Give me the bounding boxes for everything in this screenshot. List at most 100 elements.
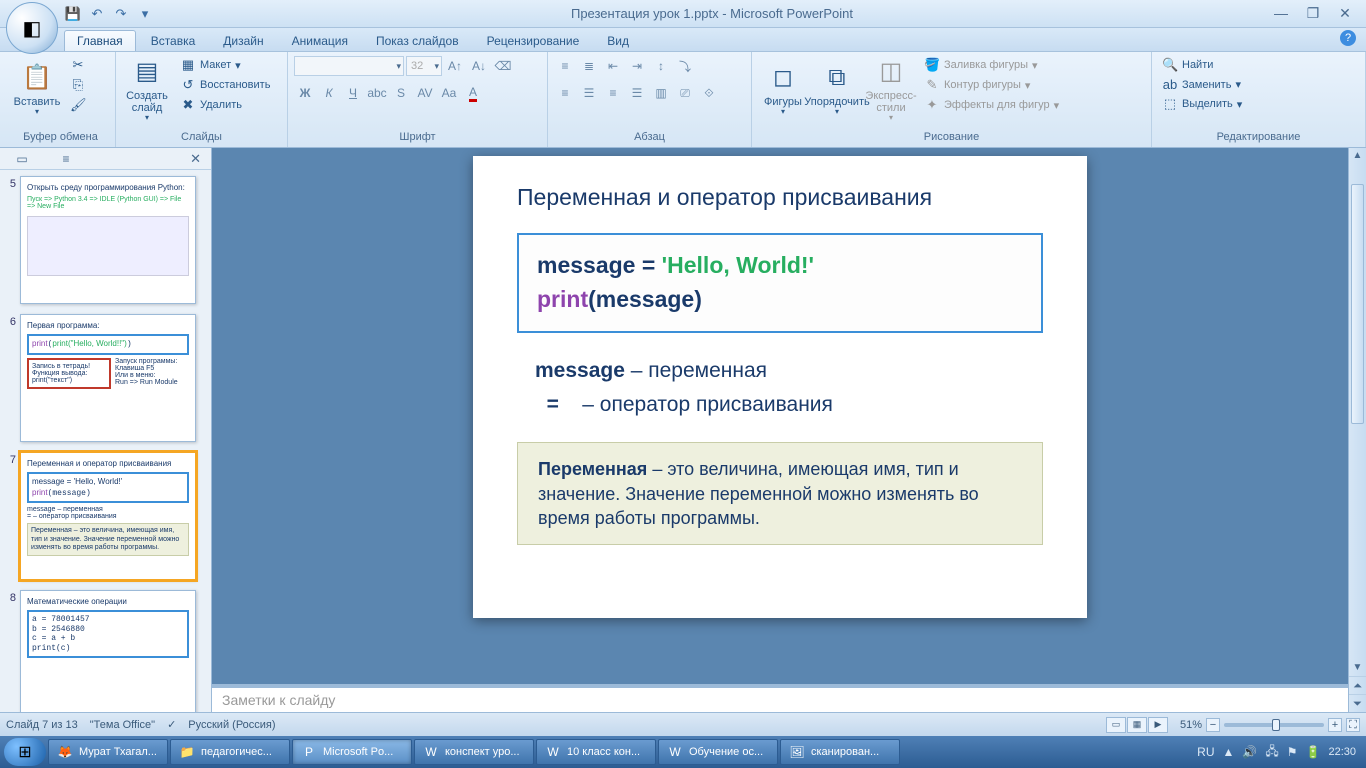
shape-outline-button[interactable]: ✎Контур фигуры ▾ [920, 76, 1063, 94]
reset-button[interactable]: ↺Восстановить [176, 76, 274, 94]
tab-design[interactable]: Дизайн [210, 30, 276, 51]
tab-insert[interactable]: Вставка [138, 30, 209, 51]
flag-icon[interactable]: ⚑ [1287, 745, 1298, 759]
thumbnails-tab-slides[interactable]: ▭ [10, 151, 34, 167]
cut-button[interactable]: ✂ [66, 56, 90, 74]
next-slide-button[interactable]: ⏷ [1349, 694, 1366, 712]
strike-button[interactable]: S [390, 83, 412, 103]
copy-button[interactable]: ⎘ [66, 76, 90, 94]
layout-button[interactable]: ▦Макет ▾ [176, 56, 274, 74]
increase-indent-button[interactable]: ⇥ [626, 56, 648, 76]
clear-format-button[interactable]: ⌫ [492, 56, 514, 76]
paste-button[interactable]: 📋 Вставить ▾ [12, 56, 62, 126]
delete-slide-button[interactable]: ✖Удалить [176, 96, 274, 114]
slideshow-view-button[interactable]: ▶ [1148, 717, 1168, 733]
underline-button[interactable]: Ч [342, 83, 364, 103]
tab-view[interactable]: Вид [594, 30, 642, 51]
slide-editor[interactable]: Переменная и оператор присваивания messa… [212, 148, 1348, 684]
redo-icon[interactable]: ↷ [112, 5, 130, 23]
scroll-thumb[interactable] [1351, 184, 1364, 424]
start-button[interactable]: ⊞ [4, 738, 46, 766]
line-spacing-button[interactable]: ↕ [650, 56, 672, 76]
italic-button[interactable]: К [318, 83, 340, 103]
taskbar-item[interactable]: W10 класс кон... [536, 739, 656, 765]
save-icon[interactable]: 💾 [64, 5, 82, 23]
taskbar-item[interactable]: PMicrosoft Po... [292, 739, 412, 765]
justify-button[interactable]: ☰ [626, 83, 648, 103]
current-slide[interactable]: Переменная и оператор присваивания messa… [473, 156, 1087, 618]
find-button[interactable]: 🔍Найти [1158, 56, 1246, 74]
new-slide-button[interactable]: ▤ Создать слайд ▾ [122, 56, 172, 126]
normal-view-button[interactable]: ▭ [1106, 717, 1126, 733]
text-shadow-button[interactable]: abc [366, 83, 388, 103]
align-text-button[interactable]: ⎚ [674, 83, 696, 103]
bold-button[interactable]: Ж [294, 83, 316, 103]
tray-lang[interactable]: RU [1197, 745, 1214, 759]
taskbar-item[interactable]: 📁педагогичес... [170, 739, 290, 765]
shape-fill-button[interactable]: 🪣Заливка фигуры ▾ [920, 56, 1063, 74]
font-family-combo[interactable] [294, 56, 404, 76]
thumbnails-tab-outline[interactable]: ≡ [54, 151, 78, 167]
zoom-in-button[interactable]: + [1328, 718, 1342, 732]
prev-slide-button[interactable]: ⏶ [1349, 676, 1366, 694]
notes-pane[interactable]: Заметки к слайду [212, 684, 1348, 712]
tab-slideshow[interactable]: Показ слайдов [363, 30, 472, 51]
slide-thumbnail-8[interactable]: Математические операции a = 78001457 b =… [20, 590, 196, 712]
zoom-out-button[interactable]: − [1206, 718, 1220, 732]
text-direction-button[interactable]: ⤵ [674, 56, 696, 76]
taskbar-item[interactable]: WОбучение ос... [658, 739, 778, 765]
tab-animation[interactable]: Анимация [279, 30, 361, 51]
smartart-button[interactable]: ⟐ [698, 83, 720, 103]
taskbar-item[interactable]: 🖼сканирован... [780, 739, 900, 765]
network-icon[interactable]: 🖧 [1265, 742, 1278, 763]
slide-thumbnail-5[interactable]: Открыть среду программирования Python: П… [20, 176, 196, 304]
scroll-up-icon[interactable]: ▲ [1349, 148, 1366, 164]
align-left-button[interactable]: ≡ [554, 83, 576, 103]
clock[interactable]: 22:30 [1328, 746, 1356, 758]
taskbar-item[interactable]: Wконспект уро... [414, 739, 534, 765]
zoom-slider[interactable] [1224, 723, 1324, 727]
qat-dropdown-icon[interactable]: ▾ [136, 5, 154, 23]
fit-window-button[interactable]: ⛶ [1346, 718, 1360, 732]
tray-up-icon[interactable]: ▲ [1223, 745, 1235, 759]
minimize-button[interactable]: — [1270, 5, 1292, 22]
help-icon[interactable]: ? [1340, 30, 1356, 46]
align-right-button[interactable]: ≡ [602, 83, 624, 103]
font-size-combo[interactable]: 32 [406, 56, 442, 76]
char-spacing-button[interactable]: AV [414, 83, 436, 103]
bullets-button[interactable]: ≡ [554, 56, 576, 76]
decrease-indent-button[interactable]: ⇤ [602, 56, 624, 76]
align-center-button[interactable]: ☰ [578, 83, 600, 103]
scroll-down-icon[interactable]: ▼ [1349, 660, 1366, 676]
vertical-scrollbar[interactable]: ▲ ▼ ⏶ ⏷ [1348, 148, 1366, 712]
slide-thumbnail-6[interactable]: Первая программа: print(print("Hello, Wo… [20, 314, 196, 442]
shapes-button[interactable]: ◻Фигуры▾ [758, 56, 808, 126]
select-button[interactable]: ⬚Выделить ▾ [1158, 95, 1246, 113]
replace-button[interactable]: abЗаменить ▾ [1158, 76, 1246, 93]
battery-icon[interactable]: 🔋 [1306, 745, 1321, 759]
grow-font-button[interactable]: A↑ [444, 56, 466, 76]
shrink-font-button[interactable]: A↓ [468, 56, 490, 76]
zoom-knob[interactable] [1272, 719, 1280, 731]
numbering-button[interactable]: ≣ [578, 56, 600, 76]
volume-icon[interactable]: 🔊 [1242, 745, 1257, 759]
change-case-button[interactable]: Aa [438, 83, 460, 103]
language-status[interactable]: Русский (Россия) [188, 719, 275, 731]
arrange-button[interactable]: ⧉Упорядочить▾ [812, 56, 862, 126]
tab-review[interactable]: Рецензирование [474, 30, 593, 51]
thumbnails-close-icon[interactable]: ✕ [190, 151, 201, 167]
tab-home[interactable]: Главная [64, 30, 136, 51]
maximize-button[interactable]: ❐ [1302, 5, 1324, 22]
sorter-view-button[interactable]: ▦ [1127, 717, 1147, 733]
font-color-button[interactable]: A [462, 83, 484, 103]
close-button[interactable]: ✕ [1334, 5, 1356, 22]
spellcheck-icon[interactable]: ✓ [167, 718, 176, 731]
office-button[interactable]: ◧ [6, 2, 58, 54]
quick-styles-button[interactable]: ◫Экспресс-стили▾ [866, 56, 916, 126]
format-painter-button[interactable]: 🖌 [66, 96, 90, 114]
slide-thumbnail-7[interactable]: Переменная и оператор присваивания messa… [20, 452, 196, 580]
columns-button[interactable]: ▥ [650, 83, 672, 103]
zoom-level[interactable]: 51% [1180, 719, 1202, 731]
shape-effects-button[interactable]: ✦Эффекты для фигур ▾ [920, 96, 1063, 114]
undo-icon[interactable]: ↶ [88, 5, 106, 23]
